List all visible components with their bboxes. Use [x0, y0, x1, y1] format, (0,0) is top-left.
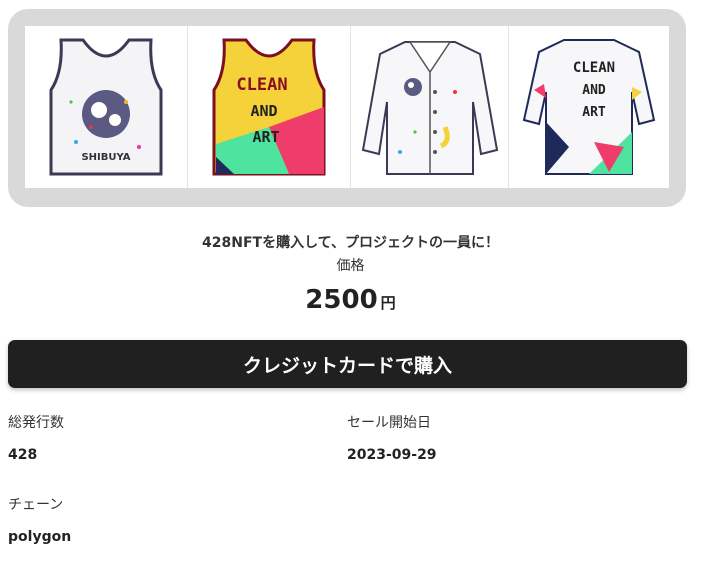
chain-value: polygon — [8, 529, 72, 545]
chain-label: チェーン — [8, 497, 64, 513]
lab-coat-back-print-line3: ART — [582, 105, 606, 120]
tank-top-color-print-line1: CLEAN — [236, 75, 287, 95]
tank-top-white-image: SHIBUYA — [49, 38, 163, 176]
lab-coat-back-print-line2: AND — [582, 83, 606, 98]
price-label: 価格 — [336, 258, 365, 274]
tank-top-color-print-line2: AND — [250, 102, 277, 120]
total-issued-label: 総発行数 — [8, 415, 64, 431]
price-unit: 円 — [380, 294, 396, 312]
lab-coat-back-image: CLEAN AND ART — [522, 39, 656, 175]
tank-top-color-image: CLEAN AND ART — [212, 38, 326, 176]
credit-card-purchase-button[interactable]: クレジットカードで購入 — [8, 340, 687, 388]
lab-coat-front-image — [361, 41, 498, 175]
sale-start-value: 2023-09-29 — [347, 447, 437, 463]
gallery-item-lab-coat-back[interactable]: CLEAN AND ART — [509, 26, 669, 188]
gallery-strip: SHIBUYA CLEAN AND ART CLEAN AND ART — [25, 26, 669, 188]
product-tagline: 428NFTを購入して、プロジェクトの一員に！ — [202, 235, 499, 251]
gallery-item-tank-top-color[interactable]: CLEAN AND ART — [188, 26, 351, 188]
sale-start-label: セール開始日 — [347, 415, 431, 431]
nft-gallery: SHIBUYA CLEAN AND ART CLEAN AND ART — [8, 9, 686, 207]
lab-coat-back-print-line1: CLEAN — [573, 60, 615, 76]
price-display: 2500 円 — [0, 285, 701, 315]
gallery-item-lab-coat-front[interactable] — [351, 26, 509, 188]
gallery-item-tank-top-white[interactable]: SHIBUYA — [25, 26, 188, 188]
price-value: 2500 — [305, 285, 378, 315]
tank-top-color-print-line3: ART — [252, 128, 279, 146]
tank-top-white-print: SHIBUYA — [81, 152, 130, 163]
total-issued-value: 428 — [8, 447, 38, 463]
